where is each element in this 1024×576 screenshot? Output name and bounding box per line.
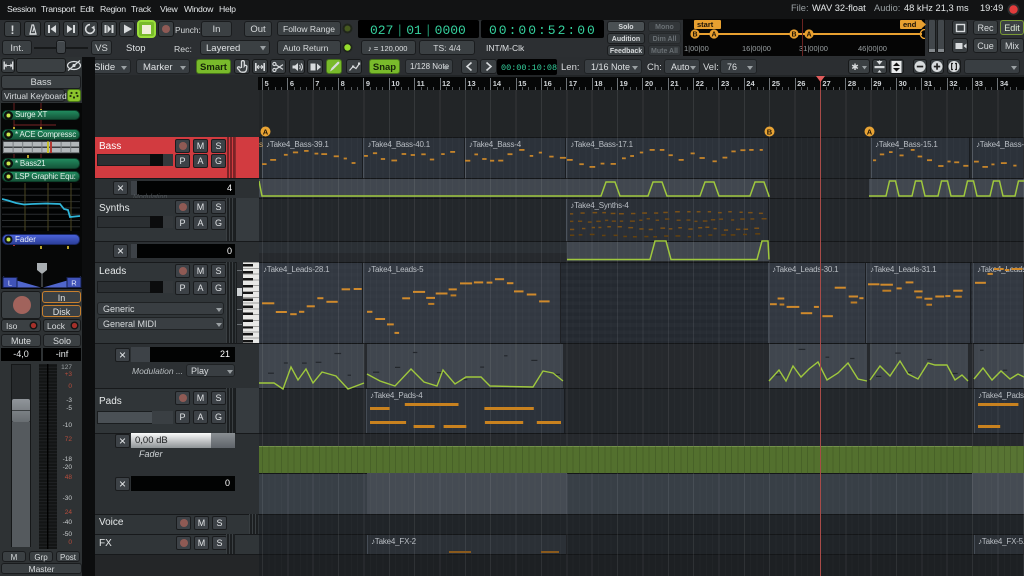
svg-text:B: B <box>766 127 772 136</box>
svg-text:!: ! <box>11 23 15 36</box>
svg-text:R: R <box>71 279 77 288</box>
svg-text:A: A <box>866 127 872 136</box>
svg-text:A: A <box>262 127 268 136</box>
svg-text:L: L <box>8 279 12 288</box>
